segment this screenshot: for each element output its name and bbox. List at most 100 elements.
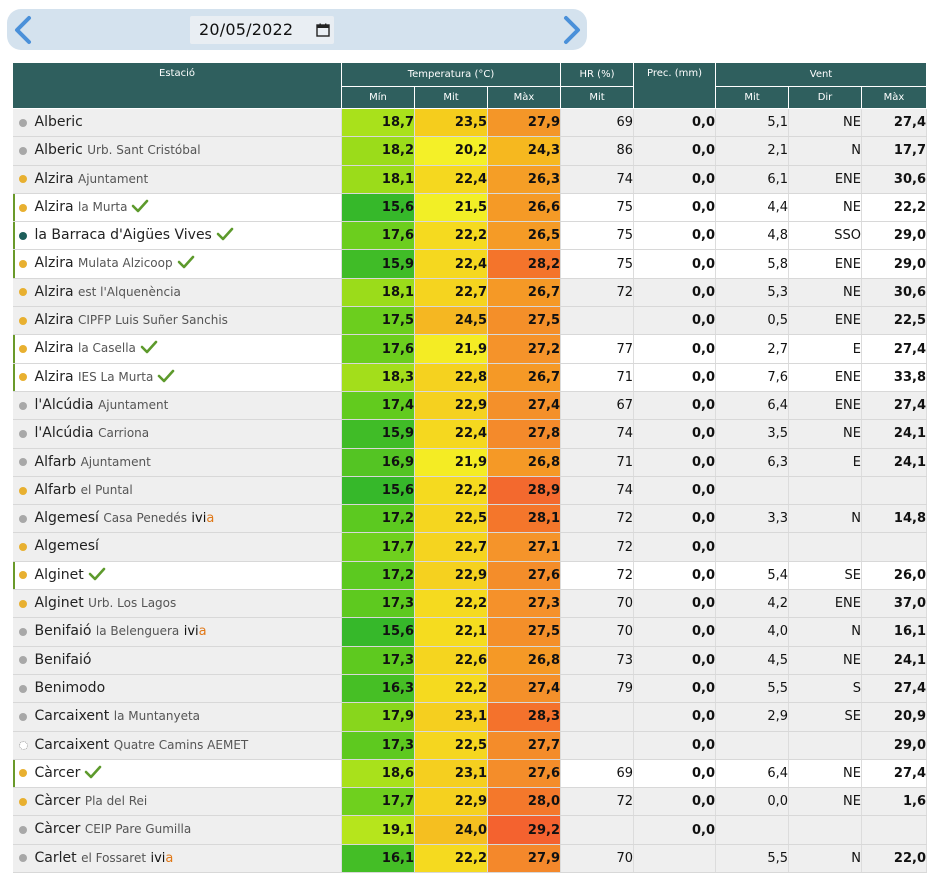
table-row[interactable]: Alberic Urb. Sant Cristóbal 18,2 20,2 24,3 8… — [12, 136, 927, 166]
station-cell[interactable]: Alzira la Murta — [12, 193, 342, 223]
table-row[interactable]: l'Alcúdia Ajuntament 17,4 22,9 27,4 67 0,0 6,4… — [12, 391, 927, 421]
table-row[interactable]: Carlet el Fossaret ivia 16,1 22,2 27,9 70 5,5… — [12, 844, 927, 873]
station-label[interactable]: Carcaixent Quatre Camins AEMET — [35, 737, 249, 753]
station-cell[interactable]: Alzira Ajuntament — [12, 165, 342, 194]
table-row[interactable]: Alzira IES La Murta 18,3 22,8 26,7 71 0,0 7,6 E… — [12, 363, 927, 392]
table-row[interactable]: Alfarb Ajuntament 16,9 21,9 26,8 71 0,0 6,3 E 24… — [12, 448, 927, 477]
table-row[interactable]: Alfarb el Puntal 15,6 22,2 28,9 74 0,0 — [12, 476, 927, 506]
station-name: Benifaió — [34, 651, 92, 668]
table-row[interactable]: Alberic 18,7 23,5 27,9 69 0,0 5,1 NE 27,4 — [12, 108, 927, 138]
station-label[interactable]: Alfarb Ajuntament — [35, 454, 151, 470]
station-label[interactable]: Alzira la Murta — [35, 199, 150, 215]
table-row[interactable]: Alginet Urb. Los Lagos 17,3 22,2 27,3 70 0,0 4… — [12, 589, 927, 619]
station-label[interactable]: Alginet — [35, 567, 106, 583]
table-row[interactable]: Alginet 17,2 22,9 27,6 72 0,0 5,4 SE 26,0 — [12, 561, 927, 591]
station-label[interactable]: Carcaixent la Muntanyeta — [35, 708, 201, 724]
date-input[interactable]: 20/05/2022 — [190, 16, 334, 44]
station-cell[interactable]: Alfarb Ajuntament — [12, 448, 342, 477]
header-temp-avg[interactable]: Mit — [414, 86, 488, 109]
station-cell[interactable]: Benifaió — [12, 646, 342, 675]
station-cell[interactable]: Alzira la Casella — [12, 334, 342, 364]
table-row[interactable]: Alzira la Casella 17,6 21,9 27,2 77 0,0 2,7 E 27… — [12, 334, 927, 364]
station-label[interactable]: l'Alcúdia Carriona — [35, 425, 150, 441]
station-cell[interactable]: l'Alcúdia Ajuntament — [12, 391, 342, 421]
calendar-icon[interactable] — [316, 23, 330, 37]
station-label[interactable]: Algemesí Casa Penedés ivia — [35, 510, 215, 526]
station-cell[interactable]: Algemesí Casa Penedés ivia — [12, 504, 342, 534]
header-hr-avg[interactable]: Mit — [560, 86, 634, 109]
station-label[interactable]: Alfarb el Puntal — [35, 482, 133, 498]
chevron-left-icon[interactable] — [11, 15, 37, 45]
station-cell[interactable]: Carlet el Fossaret ivia — [12, 844, 342, 873]
table-row[interactable]: Càrcer 18,6 23,1 27,6 69 0,0 6,4 NE 27,4 — [12, 759, 927, 789]
station-cell[interactable]: Benifaió la Belenguera ivia — [12, 617, 342, 647]
station-label[interactable]: Benimodo — [35, 680, 106, 696]
temp-max-cell: 28,2 — [487, 249, 561, 279]
temp-avg-cell: 20,2 — [414, 136, 488, 166]
station-cell[interactable]: Carcaixent la Muntanyeta — [12, 702, 342, 732]
station-label[interactable]: Alginet Urb. Los Lagos — [35, 595, 177, 611]
table-row[interactable]: Benimodo 16,3 22,2 27,4 79 0,0 5,5 S 27,4 — [12, 674, 927, 704]
station-cell[interactable]: la Barraca d'Aigües Vives — [12, 221, 342, 251]
table-row[interactable]: Alzira Ajuntament 18,1 22,4 26,3 74 0,0 6,1 ENE… — [12, 165, 927, 194]
table-row[interactable]: Benifaió 17,3 22,6 26,8 73 0,0 4,5 NE 24,1 — [12, 646, 927, 675]
station-cell[interactable]: Alginet Urb. Los Lagos — [12, 589, 342, 619]
station-label[interactable]: Càrcer Pla del Rei — [35, 793, 148, 809]
station-label[interactable]: Càrcer CEIP Pare Gumilla — [35, 821, 192, 837]
table-row[interactable]: Alzira CIPFP Luis Suñer Sanchis 17,5 24,5 2… — [12, 306, 927, 336]
station-cell[interactable]: Alzira IES La Murta — [12, 363, 342, 392]
header-wind-avg[interactable]: Mit — [715, 86, 789, 109]
header-temp-max[interactable]: Màx — [487, 86, 561, 109]
table-row[interactable]: l'Alcúdia Carriona 15,9 22,4 27,8 74 0,0 3,5 NE… — [12, 419, 927, 449]
header-wind-max[interactable]: Màx — [861, 86, 927, 109]
header-station[interactable]: Estació — [12, 62, 342, 109]
table-row[interactable]: Carcaixent Quatre Camins AEMET 17,3 22,5 27… — [12, 731, 927, 760]
header-wind-dir[interactable]: Dir — [788, 86, 862, 109]
station-cell[interactable]: Benimodo — [12, 674, 342, 704]
station-cell[interactable]: Alzira Mulata Alzicoop — [12, 249, 342, 279]
station-label[interactable]: Alberic — [35, 114, 83, 130]
station-label[interactable]: Alberic Urb. Sant Cristóbal — [35, 142, 201, 158]
station-cell[interactable]: l'Alcúdia Carriona — [12, 419, 342, 449]
table-row[interactable]: Càrcer CEIP Pare Gumilla 19,1 24,0 29,2 0,0 — [12, 815, 927, 845]
station-cell[interactable]: Alginet — [12, 561, 342, 591]
temp-max-cell: 26,3 — [487, 165, 561, 194]
station-label[interactable]: Benifaió — [35, 652, 92, 668]
table-row[interactable]: Algemesí Casa Penedés ivia 17,2 22,5 28,1 72… — [12, 504, 927, 534]
station-cell[interactable]: Alberic Urb. Sant Cristóbal — [12, 136, 342, 166]
table-row[interactable]: Càrcer Pla del Rei 17,7 22,9 28,0 72 0,0 0,0 NE… — [12, 787, 927, 817]
status-dot-icon — [18, 854, 27, 863]
station-cell[interactable]: Carcaixent Quatre Camins AEMET — [12, 731, 342, 760]
station-label[interactable]: Alzira Ajuntament — [35, 171, 149, 187]
station-label[interactable]: Alzira Mulata Alzicoop — [35, 255, 195, 271]
table-row[interactable]: Algemesí 17,7 22,7 27,1 72 0,0 — [12, 532, 927, 562]
station-cell[interactable]: Càrcer — [12, 759, 342, 789]
station-label[interactable]: Alzira IES La Murta — [35, 369, 176, 385]
station-label[interactable]: Càrcer — [35, 765, 103, 781]
chevron-right-icon[interactable] — [558, 15, 584, 45]
header-temp-min[interactable]: Mín — [341, 86, 415, 109]
status-dot-icon — [18, 684, 27, 693]
table-row[interactable]: Alzira Mulata Alzicoop 15,9 22,4 28,2 75 0,0 5… — [12, 249, 927, 279]
table-row[interactable]: la Barraca d'Aigües Vives 17,6 22,2 26,5 75 0… — [12, 221, 927, 251]
station-cell[interactable]: Algemesí — [12, 532, 342, 562]
table-row[interactable]: Alzira la Murta 15,6 21,5 26,6 75 0,0 4,4 NE 22,… — [12, 193, 927, 223]
station-cell[interactable]: Càrcer Pla del Rei — [12, 787, 342, 817]
station-label[interactable]: l'Alcúdia Ajuntament — [35, 397, 169, 413]
station-cell[interactable]: Alfarb el Puntal — [12, 476, 342, 506]
station-cell[interactable]: Alzira est l'Alquenència — [12, 278, 342, 308]
table-row[interactable]: Carcaixent la Muntanyeta 17,9 23,1 28,3 0,0 2… — [12, 702, 927, 732]
station-label[interactable]: Algemesí — [35, 538, 99, 554]
station-label[interactable]: Alzira est l'Alquenència — [35, 284, 181, 300]
header-precipitation[interactable]: Prec. (mm) — [633, 62, 716, 109]
station-label[interactable]: Alzira CIPFP Luis Suñer Sanchis — [35, 312, 228, 328]
station-cell[interactable]: Càrcer CEIP Pare Gumilla — [12, 815, 342, 845]
station-label[interactable]: Alzira la Casella — [35, 340, 158, 356]
table-row[interactable]: Benifaió la Belenguera ivia 15,6 22,1 27,5 7… — [12, 617, 927, 647]
station-label[interactable]: Carlet el Fossaret ivia — [35, 850, 174, 866]
table-row[interactable]: Alzira est l'Alquenència 18,1 22,7 26,7 72 0,… — [12, 278, 927, 308]
station-label[interactable]: la Barraca d'Aigües Vives — [35, 227, 234, 243]
station-cell[interactable]: Alzira CIPFP Luis Suñer Sanchis — [12, 306, 342, 336]
station-cell[interactable]: Alberic — [12, 108, 342, 138]
station-label[interactable]: Benifaió la Belenguera ivia — [35, 623, 207, 639]
